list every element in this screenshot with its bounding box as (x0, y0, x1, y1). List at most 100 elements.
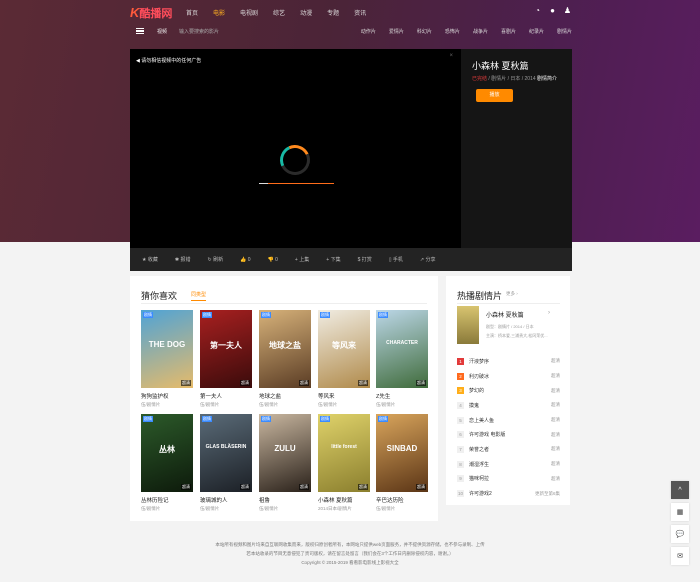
nav-tv[interactable]: 电视剧 (240, 8, 258, 17)
nav-anime[interactable]: 动漫 (300, 8, 312, 17)
movie-poster[interactable]: 剧情 THE DOG 超清 (141, 310, 193, 388)
list-item-title[interactable]: 许可游戏2 (469, 490, 492, 497)
list-item[interactable]: 1 汗液梦序 超清 (457, 354, 560, 369)
more-link[interactable]: 更多 › (506, 291, 518, 297)
movie-card[interactable]: 剧情 丛林 超清 丛林历险记 伍/剧情片 (141, 414, 193, 512)
list-item-title[interactable]: 荣誉之者 (469, 446, 489, 453)
movie-poster[interactable]: 剧情 CHARACTER 超清 (376, 310, 428, 388)
movie-card[interactable]: 剧情 第一夫人 超清 第一夫人 伍/剧情片 (200, 310, 252, 408)
list-item[interactable]: 10 许可游戏2 更新至第6集 (457, 486, 560, 501)
movie-card[interactable]: 剧情 地球之盐 超清 地球之盐 伍/剧情片 (259, 310, 311, 408)
movie-poster[interactable]: 剧情 little forest 超清 (318, 414, 370, 492)
movie-title[interactable]: 祖鲁 (259, 496, 311, 504)
list-item-title[interactable]: 梦幻的 (469, 387, 484, 394)
movie-card[interactable]: 剧情 little forest 超清 小森林 夏秋篇 2014日本/剧情片 (318, 414, 370, 512)
movie-card[interactable]: 剧情 CHARACTER 超清 Z先生 伍/剧情片 (376, 310, 428, 408)
nav-movies[interactable]: 电影 (213, 8, 225, 17)
like-button[interactable]: 👍 0 (240, 257, 250, 263)
list-item-status: 超清 (551, 446, 560, 452)
message-icon[interactable]: ● (548, 6, 557, 15)
featured-title[interactable]: 小森林 夏秋篇 (486, 310, 524, 319)
list-item-title[interactable]: 利刃破冰 (469, 373, 489, 380)
movie-title[interactable]: 狗狗监护权 (141, 392, 193, 400)
movie-title[interactable]: 等风来 (318, 392, 370, 400)
movie-card[interactable]: 剧情 GLAS BLÄSERIN 超清 玻璃城的人 伍/剧情片 (200, 414, 252, 512)
movie-poster[interactable]: 剧情 等风来 超清 (318, 310, 370, 388)
wechat-icon[interactable]: 💬 (671, 525, 689, 543)
movie-title[interactable]: 玻璃城的人 (200, 496, 252, 504)
nav-topics[interactable]: 专题 (327, 8, 339, 17)
user-icon[interactable]: ♟ (563, 6, 572, 15)
category-drama[interactable]: 剧情片 (557, 28, 572, 35)
close-icon[interactable]: × (449, 53, 453, 59)
list-item[interactable]: 6 许可游戏 电影版 超清 (457, 427, 560, 442)
list-item[interactable]: 4 摸鬼 超清 (457, 398, 560, 413)
movie-title[interactable]: 小森林 夏秋篇 (318, 496, 370, 504)
play-button[interactable]: 播放 (476, 89, 513, 102)
synopsis-link[interactable]: 剧情简介 (537, 76, 557, 82)
movie-title[interactable]: 第一夫人 (200, 392, 252, 400)
nav-news[interactable]: 资讯 (354, 8, 366, 17)
tab-same-genre[interactable]: 同类型 (191, 291, 207, 301)
tip-button[interactable]: $ 打赏 (358, 256, 372, 263)
list-item-title[interactable]: 潮湿浮生 (469, 461, 489, 468)
category-action[interactable]: 动作片 (361, 28, 376, 35)
movie-poster[interactable]: 剧情 丛林 超清 (141, 414, 193, 492)
comment-icon[interactable]: ✉ (671, 547, 689, 565)
category-horror[interactable]: 恐怖片 (445, 28, 460, 35)
quality-badge: 超清 (299, 484, 309, 490)
search-type-select[interactable]: 视频 (157, 28, 167, 35)
site-logo[interactable]: K酷播网 (130, 5, 172, 21)
category-comedy[interactable]: 喜剧片 (501, 28, 516, 35)
quality-badge: 超清 (181, 380, 191, 386)
report-button[interactable]: ✱ 报错 (175, 256, 191, 263)
list-item-title[interactable]: 猫咪柯拉 (469, 475, 489, 482)
back-to-top-icon[interactable]: ^ (671, 481, 689, 499)
menu-icon[interactable] (136, 28, 144, 34)
list-item-title[interactable]: 恋上美人鱼 (469, 417, 494, 424)
movie-card[interactable]: 剧情 SINBAD 超清 辛巴达历险 伍/剧情片 (376, 414, 428, 512)
list-item[interactable]: 7 荣誉之者 超清 (457, 442, 560, 457)
movie-poster[interactable]: 剧情 SINBAD 超清 (376, 414, 428, 492)
movie-card[interactable]: 剧情 THE DOG 超清 狗狗监护权 伍/剧情片 (141, 310, 193, 408)
nav-variety[interactable]: 综艺 (273, 8, 285, 17)
list-item-title[interactable]: 摸鬼 (469, 402, 479, 409)
movie-poster[interactable]: 剧情 地球之盐 超清 (259, 310, 311, 388)
list-item[interactable]: 3 梦幻的 超清 (457, 383, 560, 398)
category-scifi[interactable]: 科幻片 (417, 28, 432, 35)
movie-title[interactable]: 地球之盐 (259, 392, 311, 400)
list-item-title[interactable]: 许可游戏 电影版 (469, 431, 505, 438)
movie-card[interactable]: 剧情 ZULU 超清 祖鲁 伍/剧情片 (259, 414, 311, 512)
history-icon[interactable]: ◔ (533, 6, 542, 15)
movie-title[interactable]: 辛巴达历险 (376, 496, 428, 504)
dislike-button[interactable]: 👎 0 (268, 257, 278, 263)
movie-poster[interactable]: 剧情 第一夫人 超清 (200, 310, 252, 388)
prev-episode-button[interactable]: + 上集 (295, 256, 309, 263)
search-input[interactable]: 输入要搜索的影片 (179, 28, 219, 35)
movie-poster[interactable]: 剧情 ZULU 超清 (259, 414, 311, 492)
list-item[interactable]: 8 潮湿浮生 超清 (457, 457, 560, 472)
favorite-button[interactable]: ★ 收藏 (142, 256, 158, 263)
category-war[interactable]: 战争片 (473, 28, 488, 35)
category-romance[interactable]: 爱情片 (389, 28, 404, 35)
featured-thumbnail[interactable] (457, 306, 479, 344)
list-item[interactable]: 2 利刃破冰 超清 (457, 369, 560, 384)
share-button[interactable]: ↗ 分享 (420, 256, 436, 263)
windows-icon[interactable]: ▦ (671, 503, 689, 521)
logo-k: K (130, 5, 140, 20)
featured-movie[interactable]: 小森林 夏秋篇 › 剧型：剧情片 / 2014 / 日本 主演：桥本爱,三浦贵大… (457, 306, 560, 346)
quality-badge: 超清 (416, 380, 426, 386)
list-item-title[interactable]: 汗液梦序 (469, 358, 489, 365)
video-player[interactable]: ◀ 请勿相信视频中的任何广告 × (130, 49, 461, 248)
nav-home[interactable]: 首页 (186, 8, 198, 17)
category-documentary[interactable]: 纪录片 (529, 28, 544, 35)
next-episode-button[interactable]: + 下集 (326, 256, 340, 263)
movie-title[interactable]: Z先生 (376, 392, 428, 400)
list-item[interactable]: 5 恋上美人鱼 超清 (457, 413, 560, 428)
list-item[interactable]: 9 猫咪柯拉 超清 (457, 472, 560, 487)
movie-poster[interactable]: 剧情 GLAS BLÄSERIN 超清 (200, 414, 252, 492)
movie-card[interactable]: 剧情 等风来 超清 等风来 伍/剧情片 (318, 310, 370, 408)
mobile-button[interactable]: ▯ 手机 (389, 256, 403, 263)
refresh-button[interactable]: ↻ 刷新 (208, 256, 224, 263)
movie-title[interactable]: 丛林历险记 (141, 496, 193, 504)
